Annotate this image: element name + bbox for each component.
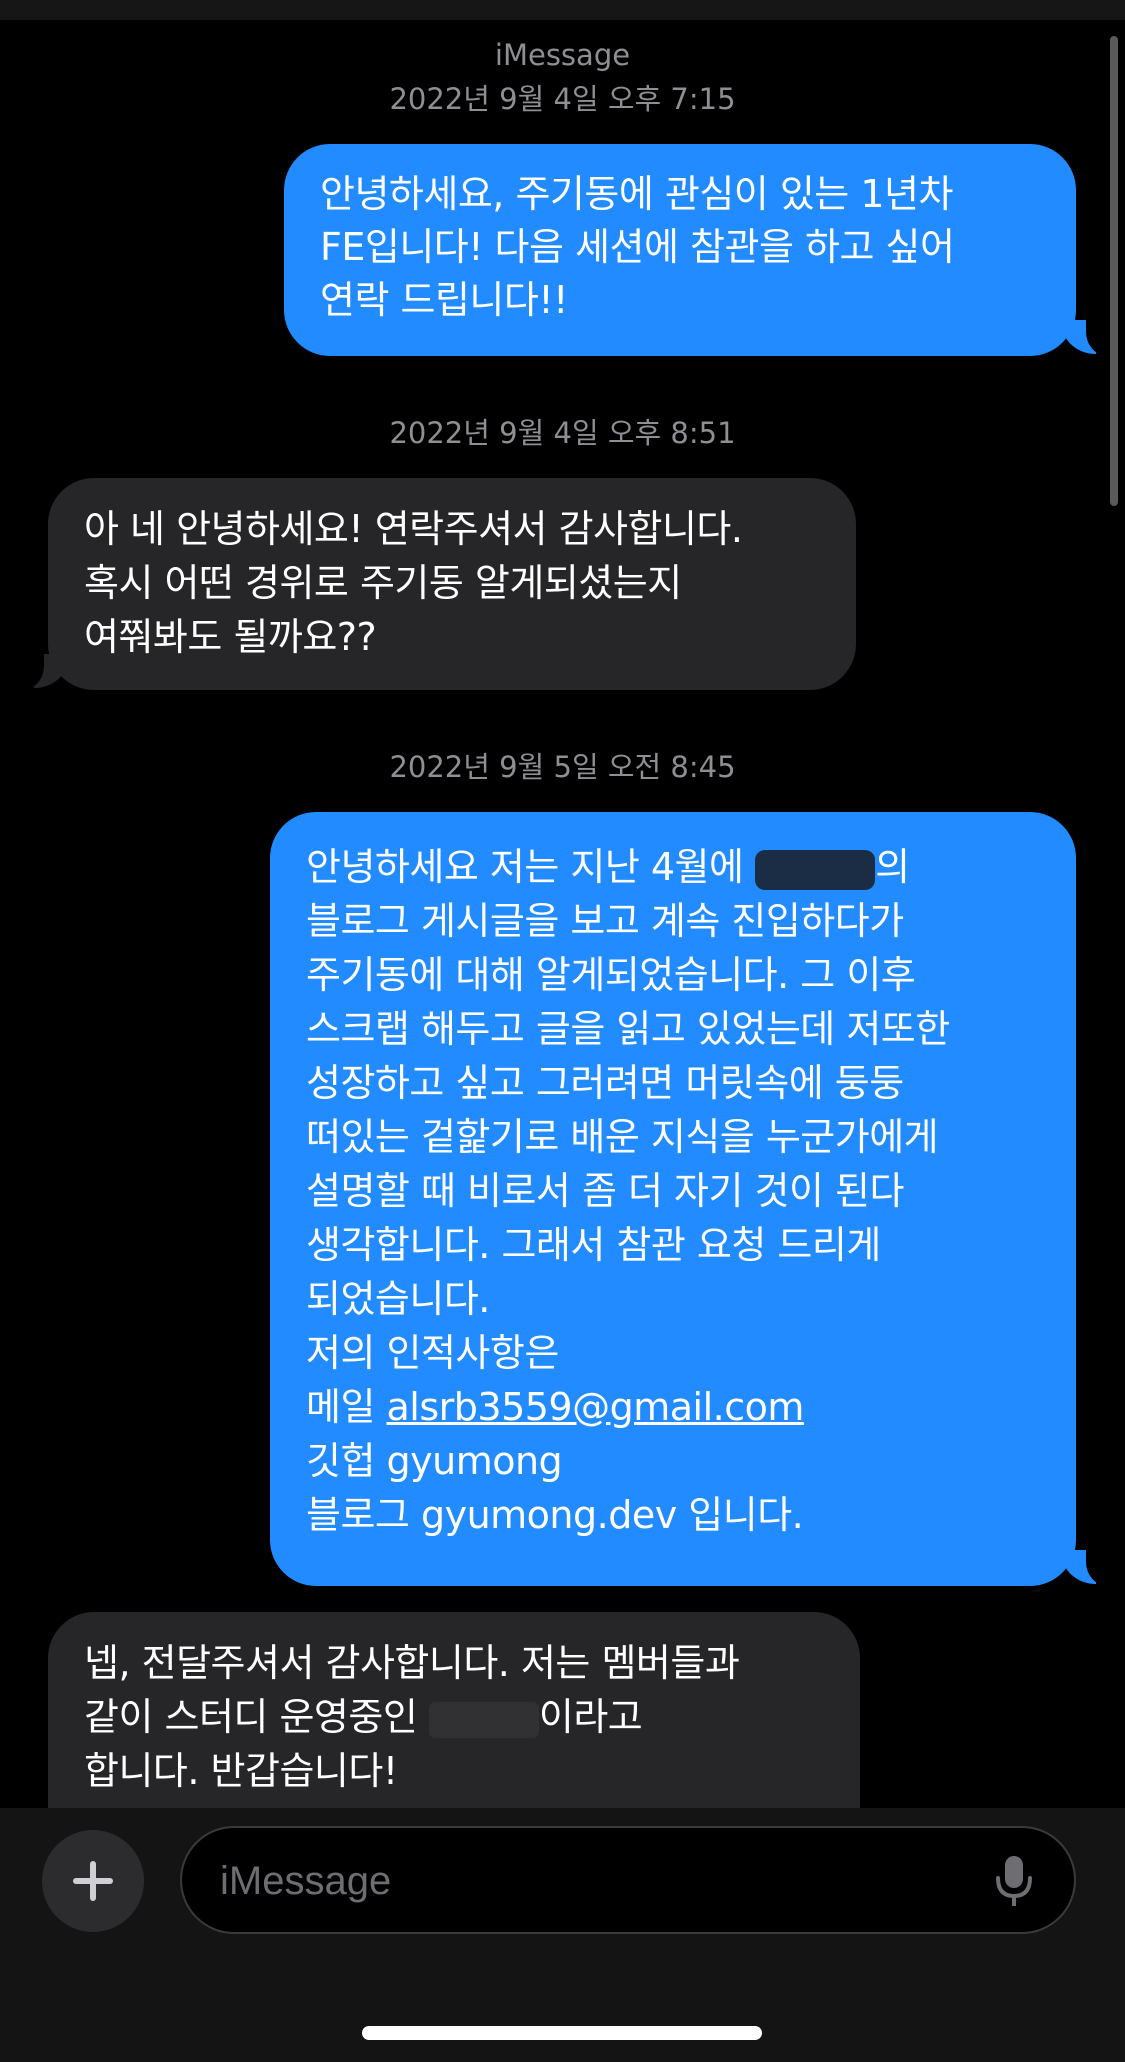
message-line: 여쭤봐도 될까요??	[84, 615, 377, 659]
message-line: 안녕하세요 저는 지난 4월에 의	[306, 840, 1040, 894]
add-attachment-button[interactable]	[42, 1830, 144, 1932]
message-line: 안녕하세요, 주기동에 관심이 있는 1년차	[320, 172, 953, 216]
bubble-tail	[20, 652, 68, 690]
message-line: 성장하고 싶고 그러려면 머릿속에 둥둥	[306, 1061, 904, 1105]
message-line: 떠있는 겉핥기로 배운 지식을 누군가에게	[306, 1115, 939, 1159]
message-line: 깃헙 gyumong	[306, 1439, 563, 1483]
bubble-tail	[1062, 1548, 1110, 1586]
received-message-bubble[interactable]: 아 네 안녕하세요! 연락주셔서 감사합니다. 혹시 어떤 경위로 주기동 알게…	[48, 478, 856, 690]
message-line: FE입니다! 다음 세션에 참관을 하고 싶어	[320, 225, 955, 269]
redacted-text	[755, 849, 876, 890]
message-text: 이라고	[538, 1695, 643, 1739]
message-line: 주기동에 대해 알게되었습니다. 그 이후	[306, 953, 916, 997]
message-line: 블로그 gyumong.dev 입니다.	[306, 1493, 804, 1537]
redacted-text	[428, 1701, 539, 1738]
mail-label: 메일	[306, 1385, 387, 1429]
sent-message-bubble[interactable]: 안녕하세요 저는 지난 4월에 의 블로그 게시글을 보고 계속 진입하다가 주…	[270, 812, 1076, 1586]
message-text: 의	[875, 845, 910, 889]
message-line: 연락 드립니다!!	[320, 278, 568, 322]
home-indicator[interactable]	[362, 2026, 762, 2040]
timestamp: 2022년 9월 4일 오후 8:51	[389, 416, 736, 450]
message-line: 메일 alsrb3559@gmail.com	[306, 1380, 1040, 1434]
message-line: 되었습니다.	[306, 1277, 490, 1321]
message-line: 혹시 어떤 경위로 주기동 알게되셨는지	[84, 561, 682, 605]
status-bar	[0, 0, 1125, 20]
message-line: 같이 스터디 운영중인 이라고	[84, 1690, 824, 1744]
timestamp: 2022년 9월 4일 오후 7:15	[389, 82, 736, 116]
message-line: 설명할 때 비로서 좀 더 자기 것이 된다	[306, 1169, 904, 1213]
message-text: 안녕하세요 저는 지난 4월에	[306, 845, 756, 889]
message-thread[interactable]: iMessage 2022년 9월 4일 오후 7:15 안녕하세요, 주기동에…	[0, 20, 1125, 1808]
message-line: 저의 인적사항은	[306, 1331, 559, 1375]
sent-message-bubble[interactable]: 안녕하세요, 주기동에 관심이 있는 1년차 FE입니다! 다음 세션에 참관을…	[284, 144, 1076, 356]
message-line: 생각합니다. 그래서 참관 요청 드리게	[306, 1223, 881, 1267]
message-input[interactable]	[218, 1852, 942, 1910]
message-line: 스크랩 해두고 글을 읽고 있었는데 저또한	[306, 1007, 950, 1051]
bubble-tail	[1062, 318, 1110, 356]
composer-bar	[0, 1808, 1125, 2062]
microphone-icon[interactable]	[994, 1854, 1034, 1910]
plus-icon	[73, 1861, 113, 1901]
message-text: 같이 스터디 운영중인	[84, 1695, 429, 1739]
message-line: 블로그 게시글을 보고 계속 진입하다가	[306, 899, 904, 943]
received-message-bubble[interactable]: 넵, 전달주셔서 감사합니다. 저는 멤버들과 같이 스터디 운영중인 이라고 …	[48, 1612, 860, 1808]
message-line: 넵, 전달주셔서 감사합니다. 저는 멤버들과	[84, 1641, 740, 1685]
message-line: 합니다. 반갑습니다!	[84, 1749, 398, 1793]
service-label: iMessage	[494, 38, 631, 72]
message-input-field[interactable]	[180, 1826, 1076, 1934]
timestamp: 2022년 9월 5일 오전 8:45	[389, 750, 736, 784]
email-link[interactable]: alsrb3559@gmail.com	[387, 1385, 805, 1429]
message-line: 아 네 안녕하세요! 연락주셔서 감사합니다.	[84, 507, 743, 551]
scrollbar[interactable]	[1110, 36, 1118, 506]
